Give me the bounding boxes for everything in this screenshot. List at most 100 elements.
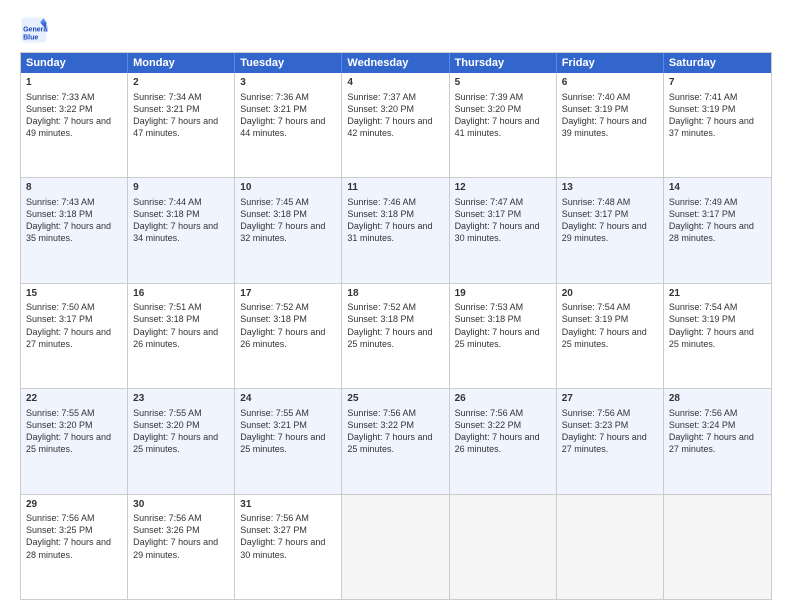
sunset: Sunset: 3:22 PM: [347, 420, 414, 430]
day-cell-10: 10Sunrise: 7:45 AMSunset: 3:18 PMDayligh…: [235, 178, 342, 282]
empty-cell: [557, 495, 664, 599]
day-number: 14: [669, 181, 766, 195]
day-number: 23: [133, 392, 229, 406]
day-number: 29: [26, 498, 122, 512]
day-cell-24: 24Sunrise: 7:55 AMSunset: 3:21 PMDayligh…: [235, 389, 342, 493]
day-number: 18: [347, 287, 443, 301]
day-number: 24: [240, 392, 336, 406]
sunset: Sunset: 3:18 PM: [26, 209, 93, 219]
sunrise: Sunrise: 7:46 AM: [347, 197, 416, 207]
header-cell-thursday: Thursday: [450, 53, 557, 73]
day-cell-8: 8Sunrise: 7:43 AMSunset: 3:18 PMDaylight…: [21, 178, 128, 282]
daylight: Daylight: 7 hours and 25 minutes.: [26, 432, 111, 454]
daylight: Daylight: 7 hours and 37 minutes.: [669, 116, 754, 138]
day-cell-1: 1Sunrise: 7:33 AMSunset: 3:22 PMDaylight…: [21, 73, 128, 177]
sunset: Sunset: 3:21 PM: [133, 104, 200, 114]
day-number: 10: [240, 181, 336, 195]
daylight: Daylight: 7 hours and 25 minutes.: [455, 327, 540, 349]
sunset: Sunset: 3:22 PM: [455, 420, 522, 430]
sunset: Sunset: 3:19 PM: [669, 104, 736, 114]
daylight: Daylight: 7 hours and 26 minutes.: [133, 327, 218, 349]
calendar-row-1: 1 Sunrise: 7:33 AM Sunset: 3:22 PM Daylight…: [21, 73, 771, 177]
day-cell-5: 5Sunrise: 7:39 AMSunset: 3:20 PMDaylight…: [450, 73, 557, 177]
sunset: Sunset: 3:17 PM: [669, 209, 736, 219]
day-cell-19: 19Sunrise: 7:53 AMSunset: 3:18 PMDayligh…: [450, 284, 557, 388]
page: General Blue SundayMondayTuesdayWednesda…: [0, 0, 792, 612]
day-cell-15: 15Sunrise: 7:50 AMSunset: 3:17 PMDayligh…: [21, 284, 128, 388]
day-cell-20: 20Sunrise: 7:54 AMSunset: 3:19 PMDayligh…: [557, 284, 664, 388]
sunset: Sunset: 3:18 PM: [240, 314, 307, 324]
sunrise: Sunrise: 7:49 AM: [669, 197, 738, 207]
day-number: 27: [562, 392, 658, 406]
sunset: Sunset: 3:18 PM: [347, 314, 414, 324]
day-number: 19: [455, 287, 551, 301]
day-cell-30: 30Sunrise: 7:56 AMSunset: 3:26 PMDayligh…: [128, 495, 235, 599]
day-number: 3: [240, 76, 336, 90]
sunrise: Sunrise: 7:56 AM: [240, 513, 309, 523]
empty-cell: [664, 495, 771, 599]
sunrise: Sunrise: 7:39 AM: [455, 92, 524, 102]
daylight: Daylight: 7 hours and 29 minutes.: [133, 537, 218, 559]
sunset: Sunset: 3:20 PM: [133, 420, 200, 430]
logo-icon: General Blue: [20, 16, 48, 44]
logo: General Blue: [20, 16, 52, 44]
sunrise: Sunrise: 7:40 AM: [562, 92, 631, 102]
day-cell-29: 29Sunrise: 7:56 AMSunset: 3:25 PMDayligh…: [21, 495, 128, 599]
sunrise: Sunrise: 7:51 AM: [133, 302, 202, 312]
day-number: 15: [26, 287, 122, 301]
sunrise: Sunrise: 7:56 AM: [669, 408, 738, 418]
sunrise: Sunrise: 7:55 AM: [26, 408, 95, 418]
daylight: Daylight: 7 hours and 28 minutes.: [669, 221, 754, 243]
sunset: Sunset: 3:22 PM: [26, 104, 93, 114]
header-cell-sunday: Sunday: [21, 53, 128, 73]
sunset: Sunset: 3:19 PM: [669, 314, 736, 324]
day-number: 22: [26, 392, 122, 406]
day-cell-6: 6Sunrise: 7:40 AMSunset: 3:19 PMDaylight…: [557, 73, 664, 177]
day-cell-26: 26Sunrise: 7:56 AMSunset: 3:22 PMDayligh…: [450, 389, 557, 493]
sunset: Sunset: 3:18 PM: [240, 209, 307, 219]
daylight: Daylight: 7 hours and 29 minutes.: [562, 221, 647, 243]
day-cell-16: 16Sunrise: 7:51 AMSunset: 3:18 PMDayligh…: [128, 284, 235, 388]
header: General Blue: [20, 16, 772, 44]
sunrise: Sunrise: 7:44 AM: [133, 197, 202, 207]
day-number: 16: [133, 287, 229, 301]
sunrise: Sunrise: 7:50 AM: [26, 302, 95, 312]
daylight: Daylight: 7 hours and 32 minutes.: [240, 221, 325, 243]
sunset: Sunset: 3:18 PM: [347, 209, 414, 219]
daylight: Daylight: 7 hours and 26 minutes.: [240, 327, 325, 349]
day-cell-9: 9Sunrise: 7:44 AMSunset: 3:18 PMDaylight…: [128, 178, 235, 282]
sunrise: Sunrise: 7:52 AM: [347, 302, 416, 312]
daylight: Daylight: 7 hours and 25 minutes.: [347, 432, 432, 454]
sunset: Sunset: 3:23 PM: [562, 420, 629, 430]
calendar-row-3: 15Sunrise: 7:50 AMSunset: 3:17 PMDayligh…: [21, 283, 771, 388]
day-cell-27: 27Sunrise: 7:56 AMSunset: 3:23 PMDayligh…: [557, 389, 664, 493]
day-number: 7: [669, 76, 766, 90]
day-cell-17: 17Sunrise: 7:52 AMSunset: 3:18 PMDayligh…: [235, 284, 342, 388]
day-number: 9: [133, 181, 229, 195]
sunrise: Sunrise: 7:54 AM: [669, 302, 738, 312]
daylight: Daylight: 7 hours and 41 minutes.: [455, 116, 540, 138]
day-number: 1: [26, 76, 122, 90]
header-cell-wednesday: Wednesday: [342, 53, 449, 73]
sunrise: Sunrise: 7:56 AM: [133, 513, 202, 523]
header-cell-tuesday: Tuesday: [235, 53, 342, 73]
day-cell-11: 11Sunrise: 7:46 AMSunset: 3:18 PMDayligh…: [342, 178, 449, 282]
daylight: Daylight: 7 hours and 47 minutes.: [133, 116, 218, 138]
sunset: Sunset: 3:24 PM: [669, 420, 736, 430]
sunrise: Sunrise: 7:33 AM: [26, 92, 95, 102]
sunset: Sunset: 3:26 PM: [133, 525, 200, 535]
day-cell-31: 31Sunrise: 7:56 AMSunset: 3:27 PMDayligh…: [235, 495, 342, 599]
sunrise: Sunrise: 7:37 AM: [347, 92, 416, 102]
sunrise: Sunrise: 7:56 AM: [562, 408, 631, 418]
daylight: Daylight: 7 hours and 26 minutes.: [455, 432, 540, 454]
daylight: Daylight: 7 hours and 25 minutes.: [669, 327, 754, 349]
sunrise: Sunrise: 7:36 AM: [240, 92, 309, 102]
day-cell-23: 23Sunrise: 7:55 AMSunset: 3:20 PMDayligh…: [128, 389, 235, 493]
day-number: 28: [669, 392, 766, 406]
daylight: Daylight: 7 hours and 44 minutes.: [240, 116, 325, 138]
sunset: Sunset: 3:19 PM: [562, 104, 629, 114]
daylight: Daylight: 7 hours and 30 minutes.: [240, 537, 325, 559]
sunrise: Sunrise: 7:34 AM: [133, 92, 202, 102]
empty-cell: [342, 495, 449, 599]
sunset: Sunset: 3:17 PM: [562, 209, 629, 219]
